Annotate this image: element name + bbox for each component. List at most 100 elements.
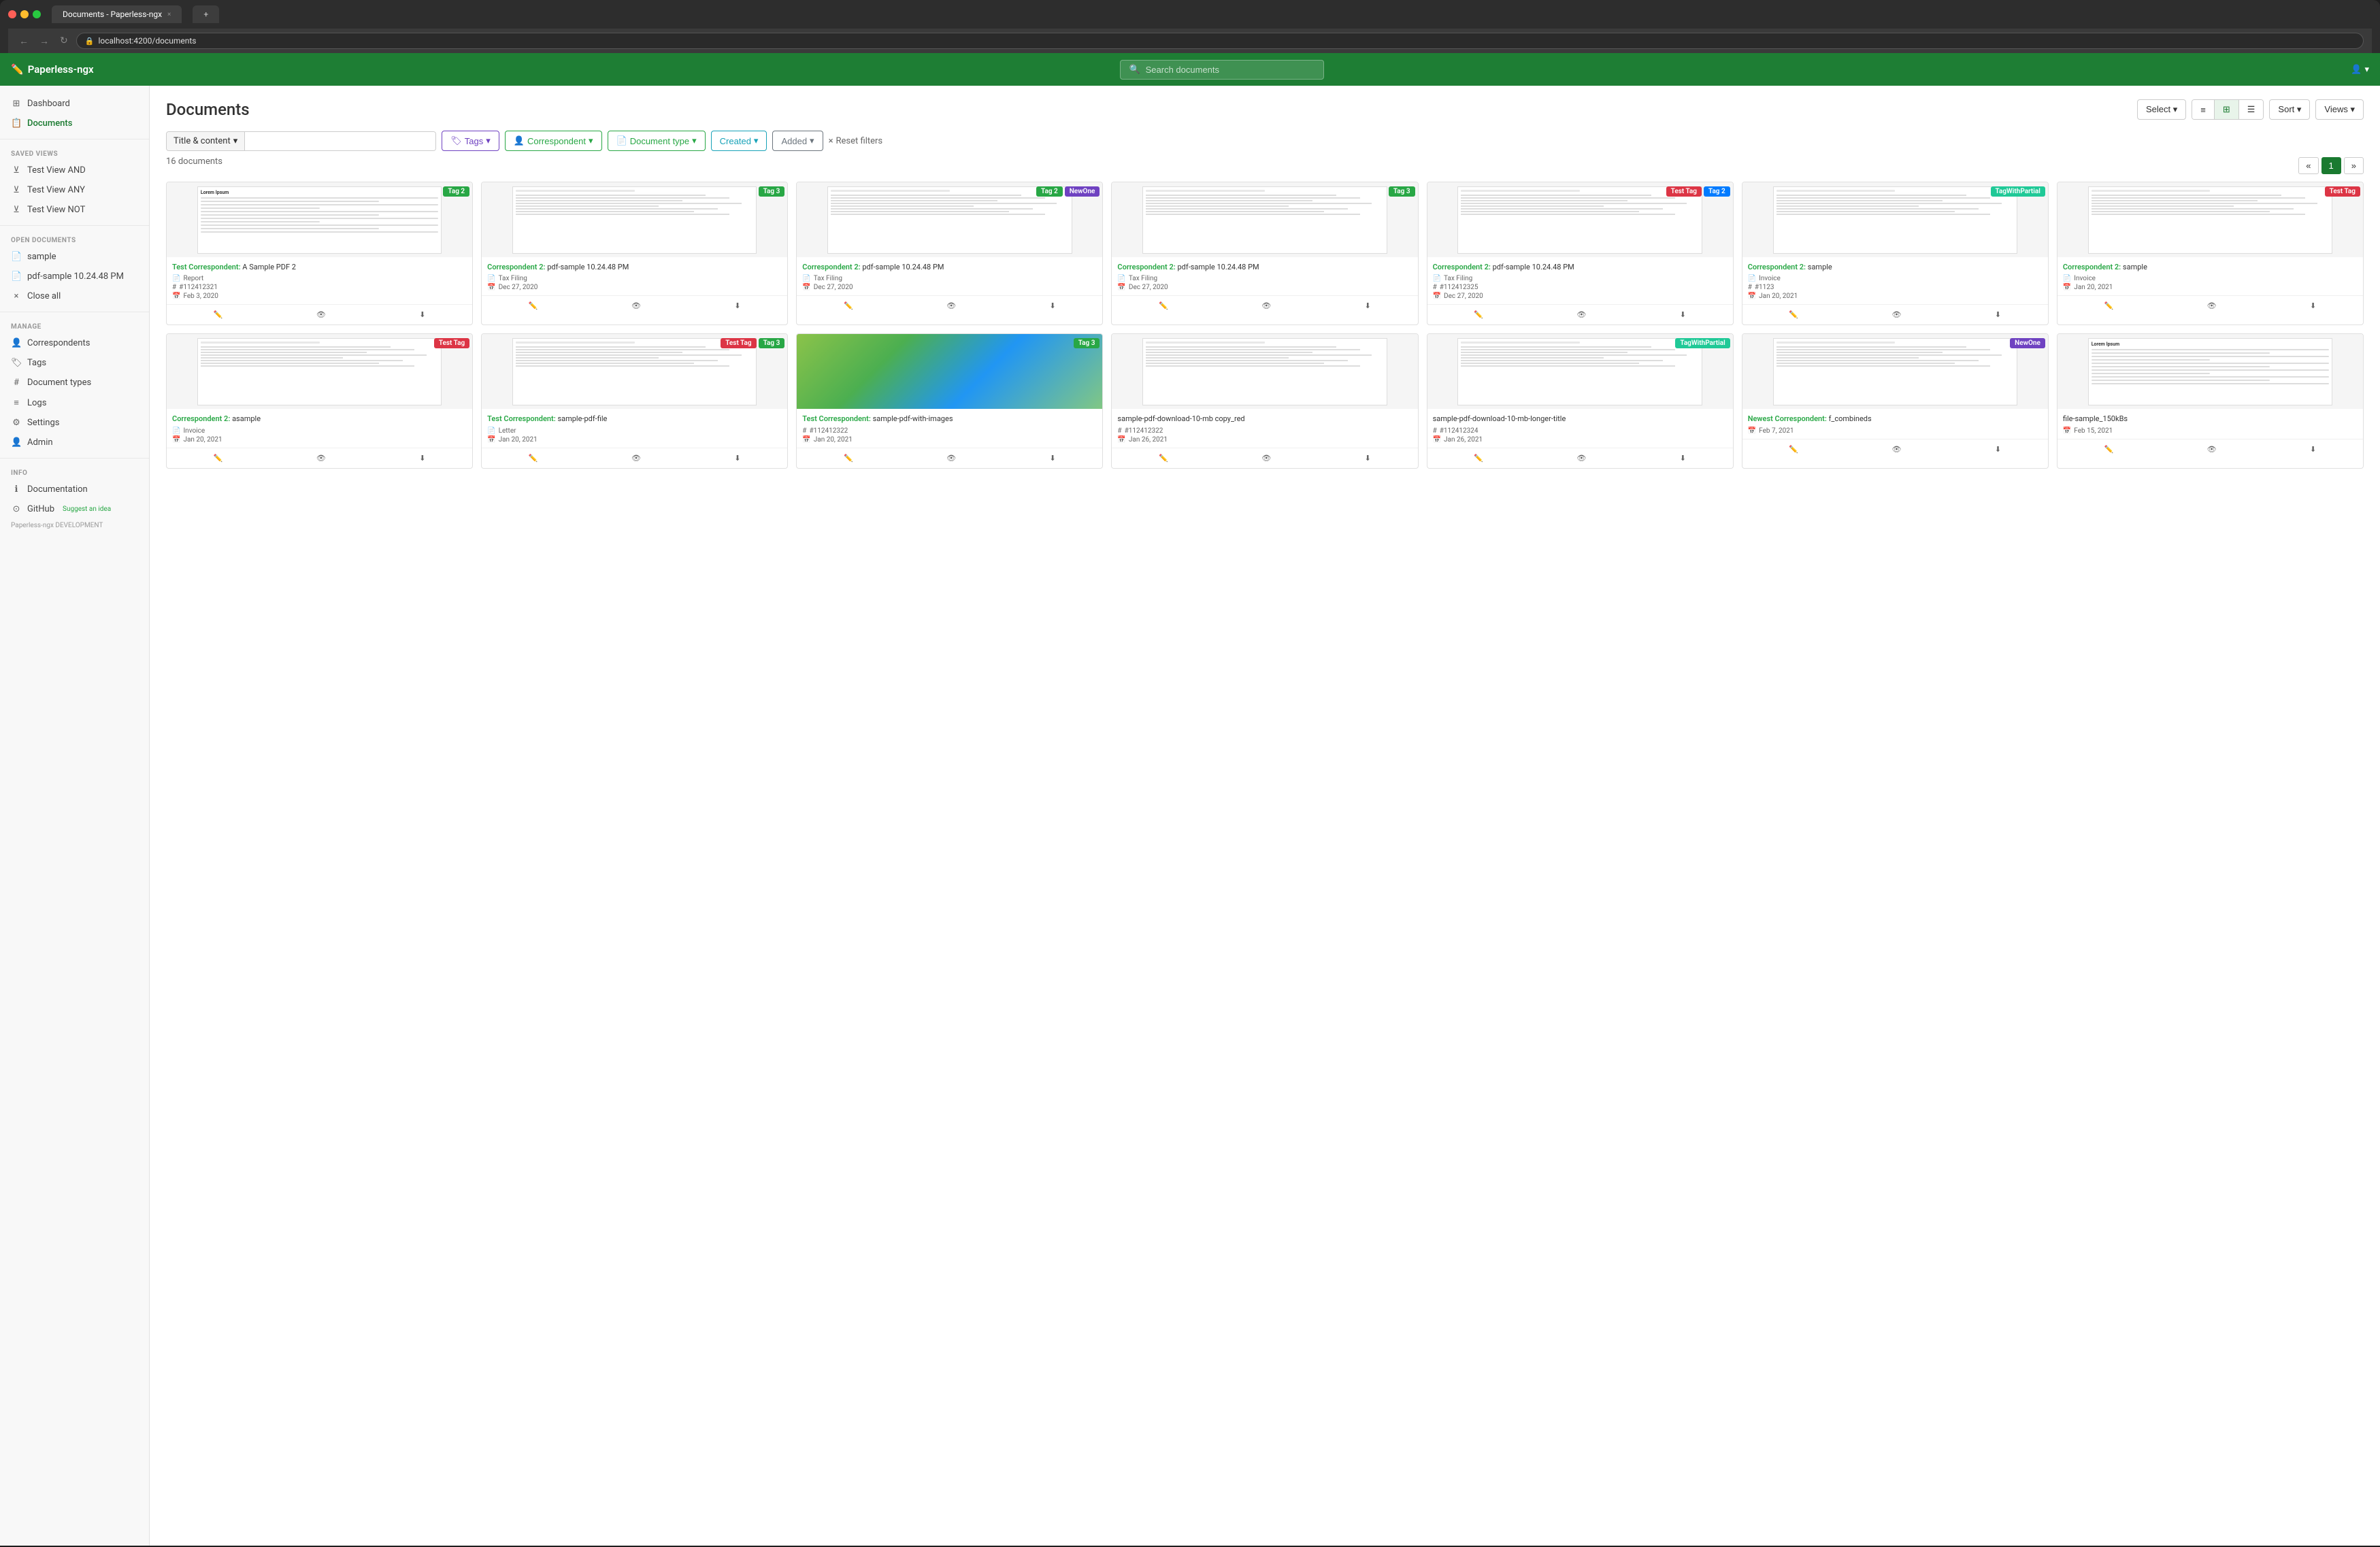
maximize-dot[interactable] — [33, 10, 41, 18]
download-button[interactable]: ⬇ — [1991, 307, 2005, 322]
document-card[interactable]: Lorem Ipsum Tag 2 Test Correspondent: A … — [166, 182, 473, 325]
tab-close-icon[interactable]: × — [167, 11, 171, 18]
document-card[interactable]: Tag 2NewOne Correspondent 2: pdf-sample … — [796, 182, 1103, 325]
forward-button[interactable]: → — [37, 34, 52, 48]
edit-button[interactable]: ✏️ — [525, 451, 542, 465]
preview-button[interactable]: 👁 — [1888, 442, 1906, 456]
page-next-button[interactable]: » — [2344, 157, 2364, 174]
preview-button[interactable]: 👁 — [942, 451, 960, 465]
sidebar-item-admin[interactable]: 👤 Admin — [0, 433, 149, 452]
preview-button[interactable]: 👁 — [2203, 299, 2221, 313]
edit-button[interactable]: ✏️ — [840, 451, 857, 465]
page-current-button[interactable]: 1 — [2321, 157, 2341, 174]
sidebar-item-dashboard[interactable]: ⊞ Dashboard — [0, 94, 149, 114]
suggest-link[interactable]: Suggest an idea — [63, 505, 111, 513]
document-card[interactable]: sample-pdf-download-10-mb copy_red # #11… — [1111, 333, 1418, 468]
edit-button[interactable]: ✏️ — [2100, 299, 2118, 313]
reload-button[interactable]: ↻ — [57, 34, 71, 48]
download-button[interactable]: ⬇ — [1676, 307, 1690, 322]
search-input[interactable] — [1146, 65, 1316, 75]
close-dot[interactable] — [8, 10, 16, 18]
download-button[interactable]: ⬇ — [1361, 299, 1375, 313]
sidebar-item-tags[interactable]: 🏷 Tags — [0, 353, 149, 373]
sidebar-item-view-not[interactable]: ⊻ Test View NOT — [0, 200, 149, 220]
tags-filter-button[interactable]: 🏷 Tags ▾ — [442, 131, 499, 151]
document-card[interactable]: Test Tag Correspondent 2: asample 📄 Invo… — [166, 333, 473, 468]
correspondent-filter-button[interactable]: 👤 Correspondent ▾ — [505, 131, 602, 151]
select-button[interactable]: Select ▾ — [2137, 99, 2186, 120]
download-button[interactable]: ⬇ — [2306, 299, 2320, 313]
edit-button[interactable]: ✏️ — [840, 299, 857, 313]
reset-filters-button[interactable]: × Reset filters — [829, 136, 883, 146]
download-button[interactable]: ⬇ — [1991, 442, 2005, 456]
preview-button[interactable]: 👁 — [1257, 451, 1275, 465]
preview-button[interactable]: 👁 — [942, 299, 960, 313]
sidebar-item-open-pdf[interactable]: 📄 pdf-sample 10.24.48 PM — [0, 267, 149, 286]
download-button[interactable]: ⬇ — [1676, 451, 1690, 465]
sidebar-item-logs[interactable]: ≡ Logs — [0, 393, 149, 413]
url-bar[interactable]: 🔒 localhost:4200/documents — [76, 33, 2364, 49]
download-button[interactable]: ⬇ — [1045, 299, 1059, 313]
edit-button[interactable]: ✏️ — [1155, 299, 1172, 313]
download-button[interactable]: ⬇ — [1361, 451, 1375, 465]
document-card[interactable]: Tag 3 Correspondent 2: pdf-sample 10.24.… — [1111, 182, 1418, 325]
sidebar-item-settings[interactable]: ⚙ Settings — [0, 413, 149, 433]
download-button[interactable]: ⬇ — [730, 451, 744, 465]
edit-button[interactable]: ✏️ — [1785, 442, 1802, 456]
title-content-select[interactable]: Title & content ▾ — [167, 132, 245, 150]
edit-button[interactable]: ✏️ — [1470, 307, 1487, 322]
sidebar-item-github[interactable]: ⊙ GitHub Suggest an idea — [0, 499, 149, 519]
sort-button[interactable]: Sort ▾ — [2269, 99, 2310, 120]
document-card[interactable]: Test Tag Correspondent 2: sample 📄 Invoi… — [2057, 182, 2364, 325]
preview-button[interactable]: 👁 — [1257, 299, 1275, 313]
preview-button[interactable]: 👁 — [627, 451, 645, 465]
document-card[interactable]: TagWithPartial sample-pdf-download-10-mb… — [1427, 333, 1734, 468]
edit-button[interactable]: ✏️ — [1470, 451, 1487, 465]
document-card[interactable]: Tag 3 Correspondent 2: pdf-sample 10.24.… — [481, 182, 788, 325]
sidebar-item-correspondents[interactable]: 👤 Correspondents — [0, 333, 149, 353]
download-button[interactable]: ⬇ — [730, 299, 744, 313]
browser-tab[interactable]: Documents - Paperless-ngx × — [52, 5, 182, 23]
page-prev-button[interactable]: « — [2298, 157, 2318, 174]
user-menu[interactable]: 👤 ▾ — [2351, 65, 2369, 75]
view-grid-button[interactable]: ⊞ — [2215, 100, 2239, 119]
document-card[interactable]: Test TagTag 3 Test Correspondent: sample… — [481, 333, 788, 468]
preview-button[interactable]: 👁 — [312, 307, 330, 322]
download-button[interactable]: ⬇ — [1045, 451, 1059, 465]
preview-button[interactable]: 👁 — [2203, 442, 2221, 456]
document-card[interactable]: TagWithPartial Correspondent 2: sample 📄… — [1742, 182, 2049, 325]
added-filter-button[interactable]: Added ▾ — [772, 131, 823, 151]
sidebar-item-view-and[interactable]: ⊻ Test View AND — [0, 161, 149, 180]
preview-button[interactable]: 👁 — [627, 299, 645, 313]
edit-button[interactable]: ✏️ — [210, 451, 227, 465]
view-list-button[interactable]: ≡ — [2192, 100, 2215, 119]
download-button[interactable]: ⬇ — [415, 307, 429, 322]
minimize-dot[interactable] — [20, 10, 29, 18]
new-tab-button[interactable]: + — [193, 5, 219, 23]
download-button[interactable]: ⬇ — [2306, 442, 2320, 456]
document-card[interactable]: Tag 3 Test Correspondent: sample-pdf-wit… — [796, 333, 1103, 468]
doctype-filter-button[interactable]: 📄 Document type ▾ — [608, 131, 706, 151]
created-filter-button[interactable]: Created ▾ — [711, 131, 767, 151]
preview-button[interactable]: 👁 — [1572, 451, 1590, 465]
back-button[interactable]: ← — [16, 34, 31, 48]
preview-button[interactable]: 👁 — [1888, 307, 1906, 322]
document-card[interactable]: NewOne Newest Correspondent: f_combineds… — [1742, 333, 2049, 468]
edit-button[interactable]: ✏️ — [210, 307, 227, 322]
sidebar-item-view-any[interactable]: ⊻ Test View ANY — [0, 180, 149, 200]
document-card[interactable]: Test TagTag 2 Correspondent 2: pdf-sampl… — [1427, 182, 1734, 325]
sidebar-item-document-types[interactable]: # Document types — [0, 373, 149, 393]
sidebar-item-documents[interactable]: 📋 Documents — [0, 114, 149, 133]
sidebar-item-open-sample[interactable]: 📄 sample — [0, 247, 149, 267]
sidebar-item-close-all[interactable]: × Close all — [0, 286, 149, 306]
edit-button[interactable]: ✏️ — [525, 299, 542, 313]
edit-button[interactable]: ✏️ — [1155, 451, 1172, 465]
download-button[interactable]: ⬇ — [415, 451, 429, 465]
preview-button[interactable]: 👁 — [1572, 307, 1590, 322]
search-bar[interactable]: 🔍 — [1120, 60, 1324, 80]
preview-button[interactable]: 👁 — [312, 451, 330, 465]
view-detail-button[interactable]: ☰ — [2239, 100, 2264, 119]
filter-text-input[interactable] — [245, 132, 435, 150]
views-button[interactable]: Views ▾ — [2315, 99, 2364, 120]
sidebar-item-docs[interactable]: ℹ Documentation — [0, 480, 149, 499]
